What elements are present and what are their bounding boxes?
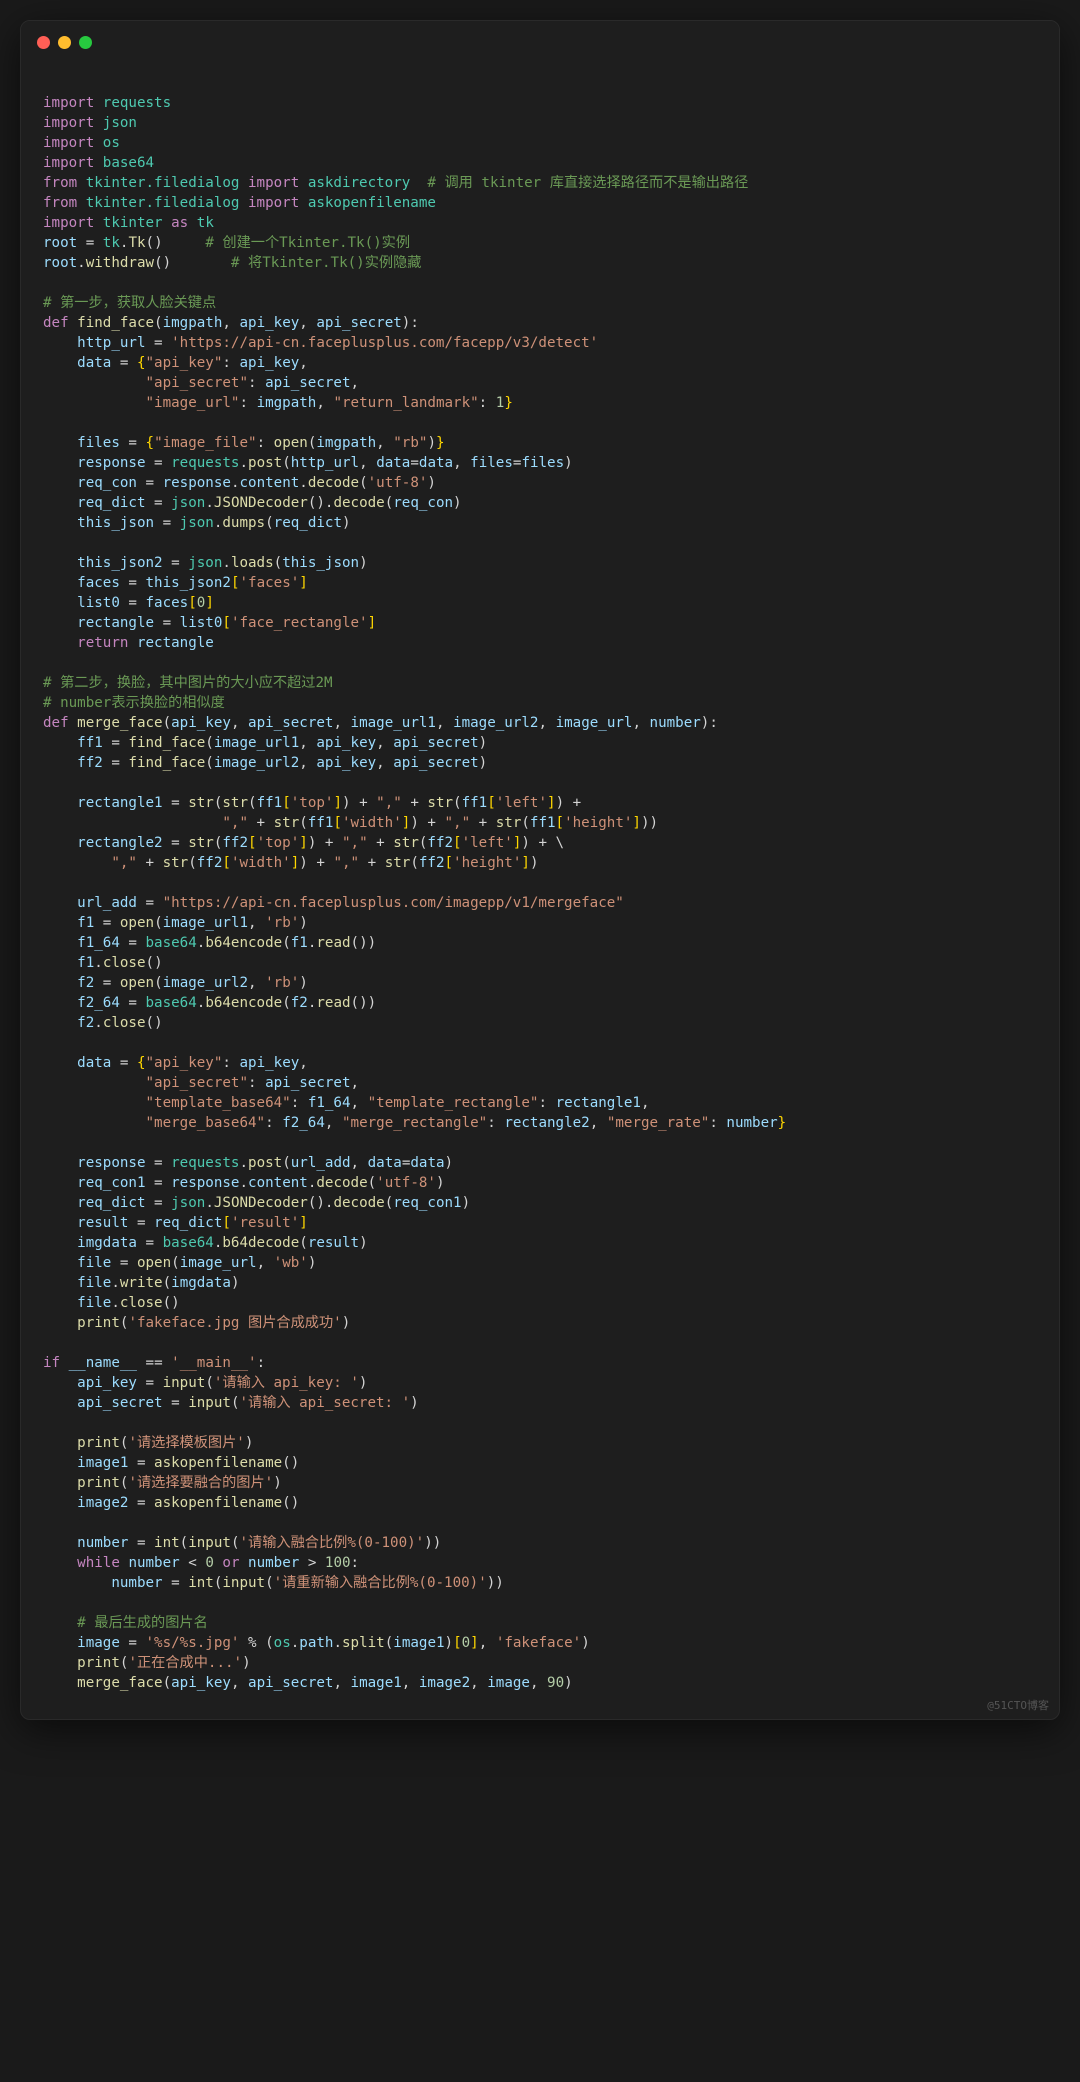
editor-window: import requests import json import os im…	[20, 20, 1060, 1720]
code-editor[interactable]: import requests import json import os im…	[21, 63, 1059, 1719]
zoom-icon[interactable]	[79, 36, 92, 49]
minimize-icon[interactable]	[58, 36, 71, 49]
close-icon[interactable]	[37, 36, 50, 49]
titlebar	[21, 21, 1059, 63]
watermark: @51CTO博客	[987, 1697, 1049, 1713]
